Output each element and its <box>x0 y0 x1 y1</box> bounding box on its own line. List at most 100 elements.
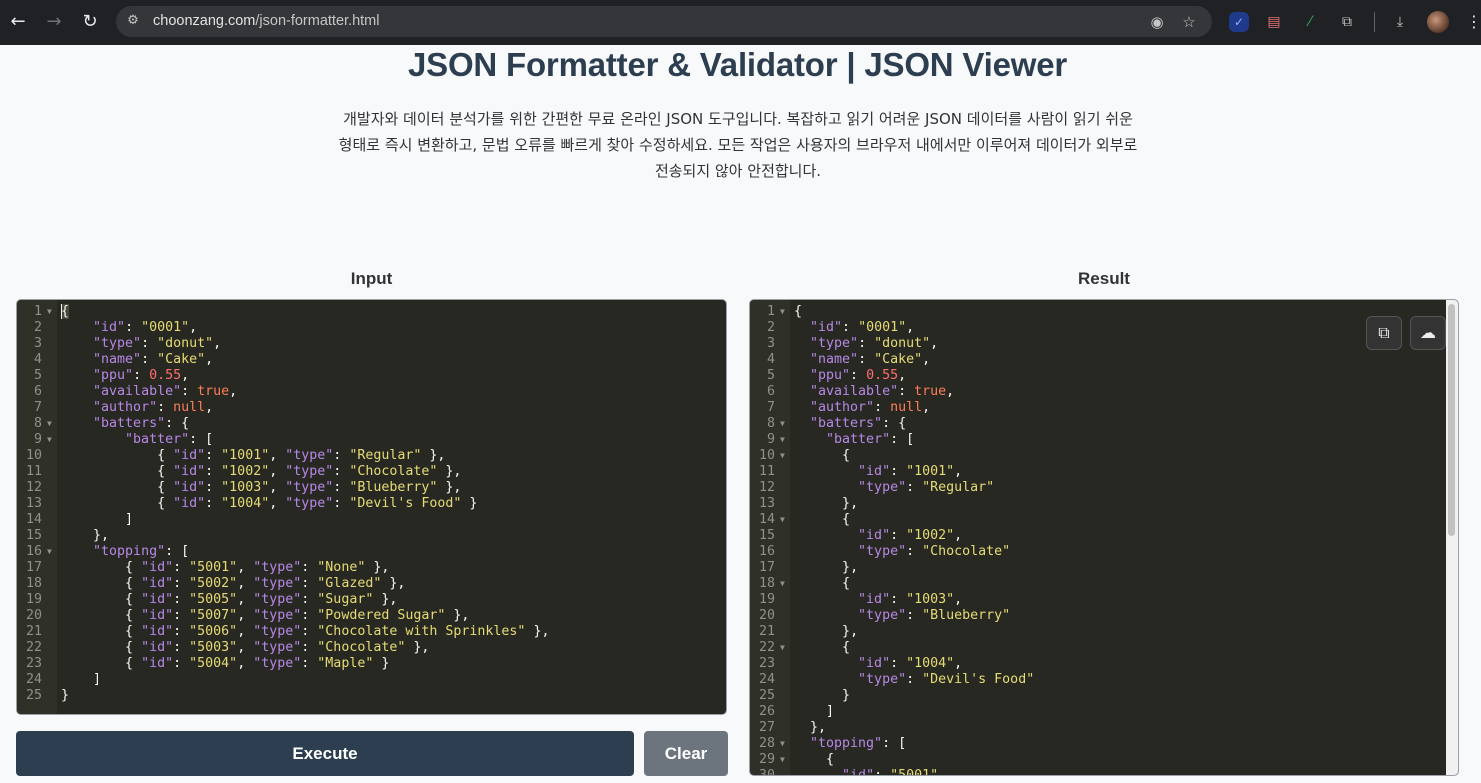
code-line: 5 "ppu": 0.55, <box>750 368 1458 384</box>
line-number: 6 <box>766 384 775 399</box>
line-number: 26 <box>758 704 775 719</box>
eye-icon[interactable]: ◉ <box>1146 11 1168 33</box>
reload-icon[interactable]: ↻ <box>76 8 104 36</box>
fold-arrow-icon[interactable]: ▼ <box>780 752 785 768</box>
line-number: 30 <box>758 768 775 776</box>
code-line: 2 "id": "0001", <box>17 320 726 336</box>
json-string: "Chocolate with Sprinkles" <box>317 624 526 639</box>
code-line: 2 "id": "0001", <box>750 320 1458 336</box>
code-text: "batters": { <box>810 416 907 431</box>
code-text: { "id": "1003", "type": "Blueberry" }, <box>157 480 462 495</box>
fold-arrow-icon[interactable]: ▼ <box>780 736 785 752</box>
line-number: 10 <box>25 448 42 463</box>
url-text[interactable]: choonzang.com/json-formatter.html <box>153 13 379 29</box>
line-number: 23 <box>758 656 775 671</box>
json-key: "id" <box>173 448 206 463</box>
code-line: 9 ▼ "batter": [ <box>750 432 1458 448</box>
code-text: "topping": [ <box>810 736 907 751</box>
fold-arrow-icon[interactable]: ▼ <box>780 640 785 656</box>
fold-arrow-icon[interactable]: ▼ <box>780 304 785 320</box>
line-number: 25 <box>25 688 42 703</box>
json-string: "Cake" <box>157 352 206 367</box>
json-key: "ppu" <box>93 368 134 383</box>
line-number: 8 <box>33 416 42 431</box>
json-key: "available" <box>93 384 182 399</box>
json-string: "1001" <box>906 464 955 479</box>
fold-arrow-icon[interactable]: ▼ <box>47 432 52 448</box>
json-key: "id" <box>858 656 891 671</box>
json-string: "Chocolate" <box>317 640 406 655</box>
json-string: "5006" <box>189 624 238 639</box>
line-number: 11 <box>25 464 42 479</box>
menu-icon[interactable]: ⋮ <box>1466 8 1481 36</box>
code-line: 19 { "id": "5005", "type": "Sugar" }, <box>17 592 726 608</box>
profile-avatar[interactable] <box>1427 11 1449 33</box>
code-line: 3 "type": "donut", <box>17 336 726 352</box>
json-literal: null <box>890 400 923 415</box>
fold-arrow-icon[interactable]: ▼ <box>780 432 785 448</box>
page-title: JSON Formatter & Validator | JSON Viewer <box>407 46 1067 83</box>
code-text: }, <box>93 528 110 543</box>
code-text: }, <box>842 624 859 639</box>
fold-arrow-icon[interactable]: ▼ <box>780 576 785 592</box>
check-badge-icon[interactable]: ✓ <box>1229 12 1249 32</box>
line-number: 19 <box>25 592 42 607</box>
clear-button[interactable]: Clear <box>644 731 728 776</box>
code-text: "ppu": 0.55, <box>93 368 190 383</box>
fold-arrow-icon[interactable]: ▼ <box>47 416 52 432</box>
line-number: 20 <box>758 608 775 623</box>
code-text: { "id": "5003", "type": "Chocolate" }, <box>125 640 430 655</box>
star-icon[interactable]: ☆ <box>1178 11 1200 33</box>
json-number: 0.55 <box>866 368 899 383</box>
json-string: "1003" <box>221 480 270 495</box>
leaf-icon[interactable]: ⁄ <box>1298 10 1322 34</box>
json-string: "1004" <box>221 496 270 511</box>
line-number: 9 <box>33 432 42 447</box>
fold-arrow-icon[interactable]: ▼ <box>780 512 785 528</box>
json-key: "id" <box>141 656 174 671</box>
line-number: 29 <box>758 752 775 767</box>
result-editor[interactable]: 1 ▼{2 "id": "0001", 3 "type": "donut", 4 "n… <box>749 299 1459 776</box>
code-line: 6 "available": true, <box>17 384 726 400</box>
address-bar[interactable]: ⚙ choonzang.com/json-formatter.html ◉ ☆ <box>116 6 1212 37</box>
site-info-icon[interactable]: ⚙ <box>124 12 142 30</box>
code-line: 22 ▼ { <box>750 640 1458 656</box>
copy-button[interactable]: ⧉ <box>1366 316 1402 350</box>
fold-arrow-icon[interactable]: ▼ <box>47 544 52 560</box>
result-scrollbar[interactable] <box>1448 304 1455 536</box>
json-key: "type" <box>253 592 302 607</box>
code-line: 10 { "id": "1001", "type": "Regular" }, <box>17 448 726 464</box>
forward-icon[interactable]: → <box>40 8 68 36</box>
code-line: 8 ▼ "batters": { <box>17 416 726 432</box>
code-text: "id": "1001", <box>858 464 963 479</box>
code-text: { "id": "1004", "type": "Devil's Food" } <box>157 496 478 511</box>
result-code-lines: 1 ▼{2 "id": "0001", 3 "type": "donut", 4 "n… <box>750 304 1458 776</box>
code-text: { "id": "5006", "type": "Chocolate with … <box>125 624 550 639</box>
code-text: "batters": { <box>93 416 190 431</box>
code-line: 5 "ppu": 0.55, <box>17 368 726 384</box>
fold-arrow-icon[interactable]: ▼ <box>780 416 785 432</box>
download-icon[interactable]: ⤓ <box>1388 10 1412 34</box>
printer-icon[interactable]: ▤ <box>1262 10 1286 34</box>
line-number: 1 <box>33 304 42 319</box>
code-text: "type": "Blueberry" <box>858 608 1011 623</box>
json-key: "type" <box>858 544 907 559</box>
json-string: "Regular" <box>922 480 995 495</box>
json-string: "5002" <box>189 576 238 591</box>
back-icon[interactable]: ← <box>4 8 32 36</box>
execute-button[interactable]: Execute <box>16 731 634 776</box>
code-line: 23 { "id": "5004", "type": "Maple" } <box>17 656 726 672</box>
puzzle-icon[interactable]: ⧉ <box>1335 10 1359 34</box>
json-key: "id" <box>141 576 174 591</box>
fold-arrow-icon[interactable]: ▼ <box>47 304 52 320</box>
line-number: 17 <box>758 560 775 575</box>
json-key: "type" <box>858 480 907 495</box>
line-number: 13 <box>758 496 775 511</box>
json-key: "batters" <box>93 416 166 431</box>
download-button[interactable]: ☁ <box>1410 316 1446 350</box>
fold-arrow-icon[interactable]: ▼ <box>780 448 785 464</box>
code-text: }, <box>842 496 859 511</box>
code-text: "author": null, <box>810 400 931 415</box>
line-number: 8 <box>766 416 775 431</box>
input-editor[interactable]: 1 ▼{2 "id": "0001", 3 "type": "donut", 4 "n… <box>16 299 727 715</box>
